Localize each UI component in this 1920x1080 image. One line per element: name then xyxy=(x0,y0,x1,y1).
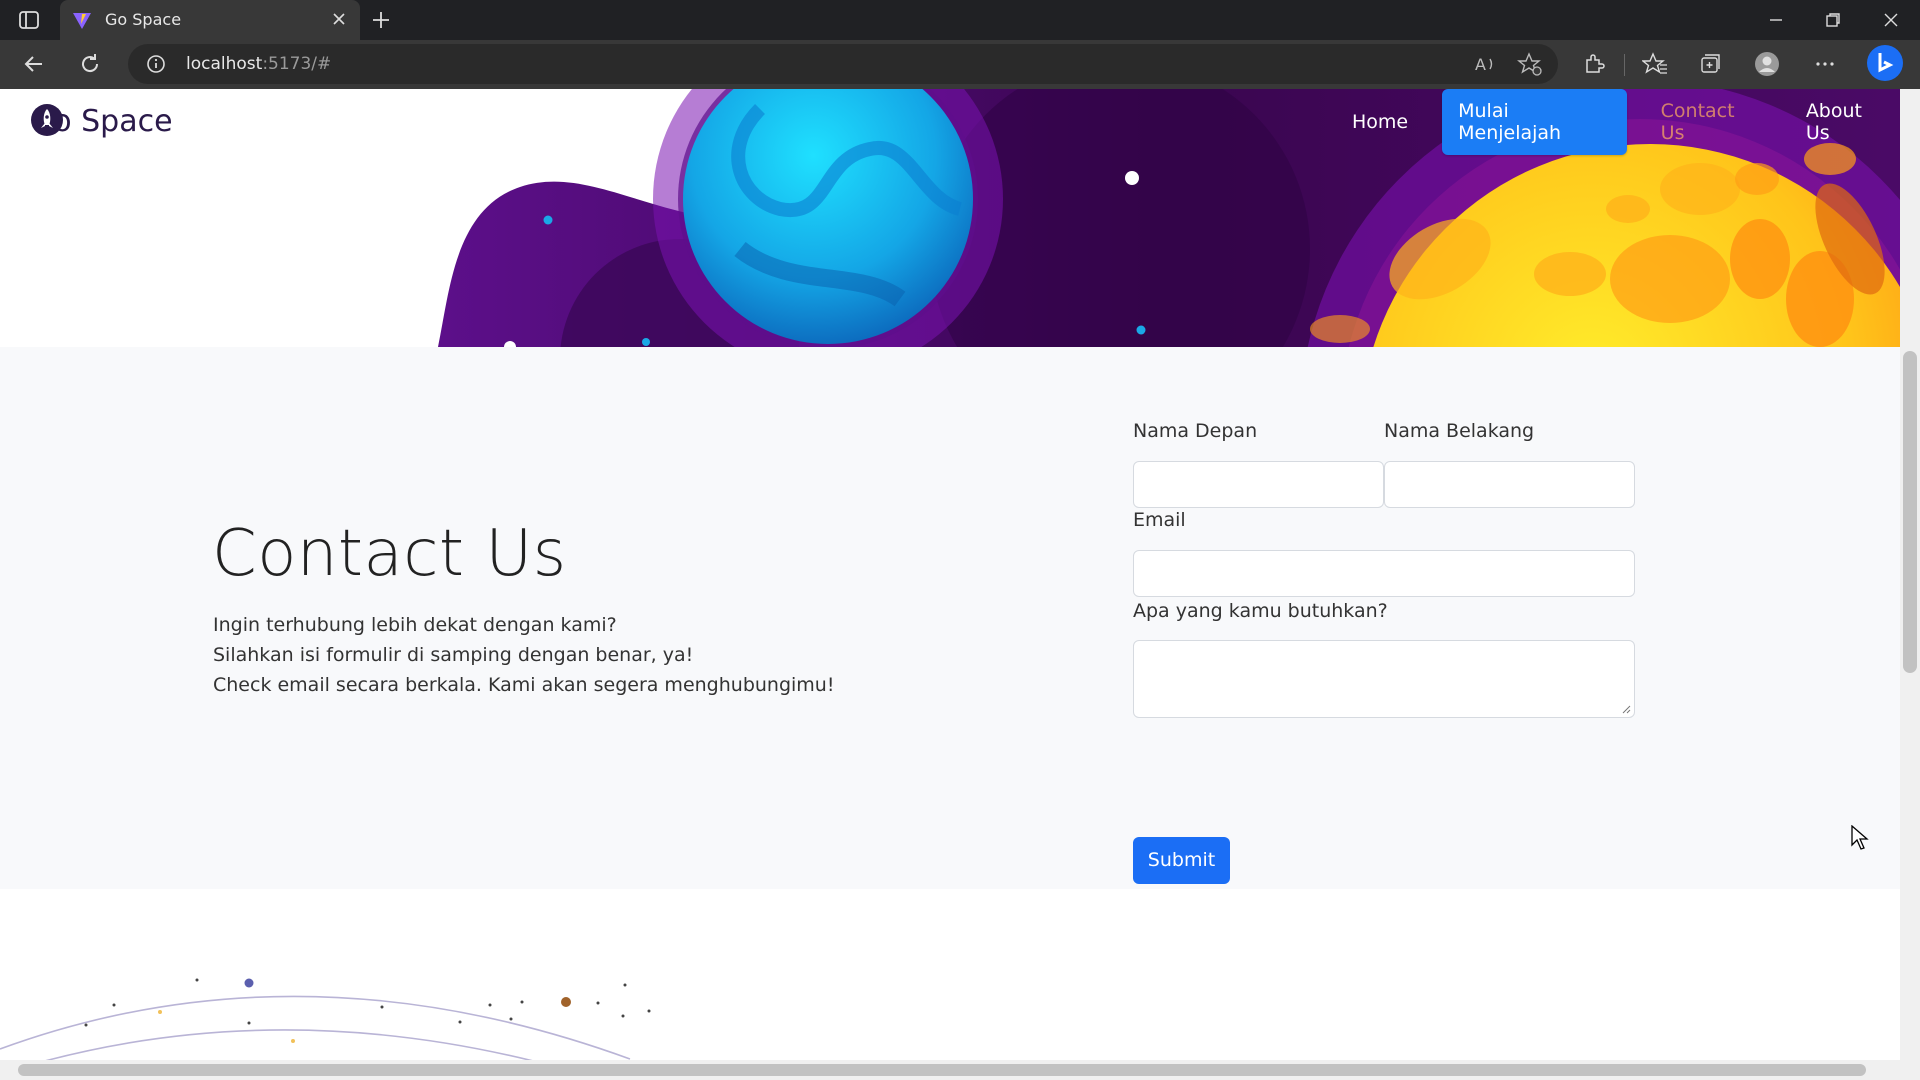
resize-grip-icon[interactable] xyxy=(1621,704,1631,714)
svg-text:A: A xyxy=(1475,55,1486,74)
email-field[interactable] xyxy=(1133,550,1635,597)
main-nav: Home Mulai Menjelajah Contact Us About U… xyxy=(1340,89,1900,155)
minimize-icon[interactable] xyxy=(1765,9,1787,31)
back-icon[interactable] xyxy=(22,52,46,76)
vertical-scroll-thumb[interactable] xyxy=(1903,351,1917,673)
toolbar-divider xyxy=(1624,54,1625,76)
restore-icon[interactable] xyxy=(1822,9,1844,31)
contact-line: Silahkan isi formulir di samping dengan … xyxy=(213,644,694,666)
hero-banner: Go Space Home Mulai Menjelajah Contact U… xyxy=(0,89,1900,347)
contact-section: Contact Us Ingin terhubung lebih dekat d… xyxy=(0,347,1900,889)
more-icon[interactable] xyxy=(1812,51,1838,77)
horizontal-scrollbar[interactable] xyxy=(0,1060,1920,1080)
vite-favicon xyxy=(73,13,91,29)
browser-tab-bar: Go Space xyxy=(0,0,1920,40)
page-title: Contact Us xyxy=(212,517,567,591)
message-textarea[interactable] xyxy=(1133,640,1635,718)
url-path: :5173/# xyxy=(262,54,332,74)
tab-title: Go Space xyxy=(105,10,182,29)
orbit-illustration xyxy=(0,978,651,1060)
footer-illustration xyxy=(0,889,1900,1060)
sidebar-icon[interactable] xyxy=(18,10,40,30)
horizontal-scroll-thumb[interactable] xyxy=(18,1064,1866,1076)
contact-line: Check email secara berkala. Kami akan se… xyxy=(213,674,835,696)
url-host: localhost xyxy=(186,54,263,74)
extensions-icon[interactable] xyxy=(1582,51,1608,77)
nav-home[interactable]: Home xyxy=(1340,101,1420,143)
window-close-icon[interactable] xyxy=(1880,9,1902,31)
bing-icon[interactable] xyxy=(1866,44,1904,82)
collections-icon[interactable] xyxy=(1697,51,1723,77)
read-aloud-icon[interactable]: A xyxy=(1472,51,1498,77)
refresh-icon[interactable] xyxy=(78,52,102,76)
page-viewport: Go Space Home Mulai Menjelajah Contact U… xyxy=(0,89,1900,1060)
first-name-field[interactable] xyxy=(1133,461,1384,508)
nav-about[interactable]: About Us xyxy=(1794,90,1900,154)
contact-line: Ingin terhubung lebih dekat dengan kami? xyxy=(213,614,617,636)
info-icon[interactable] xyxy=(146,54,166,74)
message-label: Apa yang kamu butuhkan? xyxy=(1133,600,1388,622)
vertical-scrollbar[interactable] xyxy=(1900,89,1920,1060)
new-tab-icon[interactable] xyxy=(370,9,392,31)
mouse-cursor-icon xyxy=(1851,825,1869,850)
first-name-label: Nama Depan xyxy=(1133,420,1258,442)
last-name-field[interactable] xyxy=(1384,461,1635,508)
url-text[interactable]: localhost:5173/# xyxy=(186,54,331,74)
nav-explore-button[interactable]: Mulai Menjelajah xyxy=(1442,89,1627,155)
rocket-logo-icon xyxy=(31,104,63,136)
add-favorite-icon[interactable] xyxy=(1517,51,1543,77)
submit-button[interactable]: Submit xyxy=(1133,837,1230,884)
favorites-icon[interactable] xyxy=(1642,51,1668,77)
browser-tab[interactable]: Go Space xyxy=(60,0,360,40)
close-icon[interactable] xyxy=(330,10,348,28)
brand[interactable]: Go Space xyxy=(30,103,173,139)
profile-icon[interactable] xyxy=(1754,51,1780,77)
address-bar[interactable]: localhost:5173/# xyxy=(128,44,1558,84)
contact-description: Ingin terhubung lebih dekat dengan kami?… xyxy=(213,610,834,700)
nav-contact[interactable]: Contact Us xyxy=(1649,90,1772,154)
last-name-label: Nama Belakang xyxy=(1384,420,1535,442)
email-label: Email xyxy=(1133,509,1186,531)
